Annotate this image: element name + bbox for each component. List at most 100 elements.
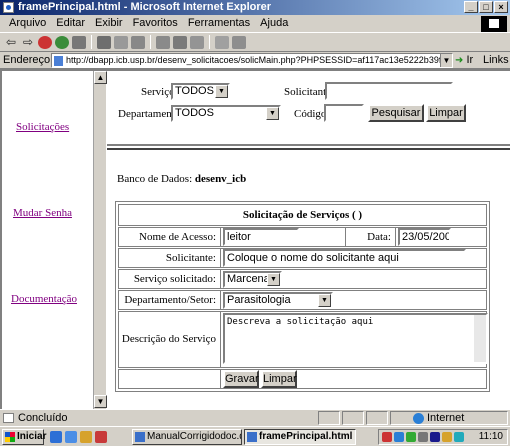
- messenger-icon[interactable]: [232, 35, 246, 49]
- departamento-value: Parasitologia: [227, 294, 291, 306]
- outlook-quicklaunch-icon[interactable]: [65, 431, 77, 443]
- address-input[interactable]: http://dbapp.icb.usp.br/desenv_solicitac…: [51, 53, 453, 68]
- menu-bar: Arquivo Editar Exibir Favoritos Ferramen…: [0, 15, 510, 32]
- refresh-icon[interactable]: [55, 35, 69, 49]
- status-text: Concluído: [18, 412, 68, 424]
- nome-label: Nome de Acesso:: [119, 228, 221, 246]
- nome-data-row: Nome de Acesso: leitor Data: 23/05/2003: [118, 227, 487, 247]
- codigo-filter-input[interactable]: [324, 104, 364, 122]
- maximize-button[interactable]: □: [479, 1, 493, 13]
- menu-editar[interactable]: Editar: [51, 15, 90, 32]
- chevron-down-icon: ▼: [215, 85, 228, 98]
- request-form-frame: Banco de Dados: desenv_icb Solicitação d…: [107, 148, 510, 409]
- chevron-down-icon[interactable]: ▼: [440, 54, 452, 67]
- toolbar-separator: [150, 35, 151, 49]
- nav-link-mudar-senha[interactable]: Mudar Senha: [13, 207, 72, 219]
- stop-icon[interactable]: [38, 35, 52, 49]
- tray-icon[interactable]: [382, 432, 392, 442]
- menu-exibir[interactable]: Exibir: [90, 15, 128, 32]
- menu-favoritos[interactable]: Favoritos: [128, 15, 183, 32]
- nav-link-documentacao[interactable]: Documentação: [11, 293, 77, 305]
- print-icon[interactable]: [173, 35, 187, 49]
- status-panel: [342, 411, 364, 425]
- form-title-row: Solicitação de Serviços ( ): [118, 204, 487, 226]
- departamento-filter-select[interactable]: TODOS ▼: [171, 105, 281, 122]
- left-frame-scrollbar[interactable]: ▲ ▼: [93, 71, 107, 409]
- save-button[interactable]: Gravar: [223, 370, 259, 388]
- status-bar: Concluído Internet: [0, 409, 510, 426]
- chevron-down-icon: ▼: [318, 294, 331, 307]
- data-input[interactable]: 23/05/2003: [398, 228, 451, 246]
- start-button[interactable]: Iniciar: [2, 429, 46, 445]
- taskbar-item-word[interactable]: ManualCorrigidodoc.doc - ...: [132, 429, 242, 445]
- app-quicklaunch-icon[interactable]: [95, 431, 107, 443]
- window-title: framePrincipal.html - Microsoft Internet…: [18, 1, 272, 13]
- tray-icon[interactable]: [418, 432, 428, 442]
- forward-icon[interactable]: ⇨: [21, 35, 35, 49]
- descricao-value: Descreva a solicitação aqui: [227, 317, 374, 327]
- departamento-filter-value: TODOS: [175, 107, 214, 119]
- departamento-select[interactable]: Parasitologia ▼: [223, 292, 333, 309]
- taskbar-item-ie[interactable]: framePrincipal.html - ...: [244, 429, 356, 445]
- database-label-text: Banco de Dados:: [117, 173, 193, 185]
- status-panel: [366, 411, 388, 425]
- taskbar: Iniciar ManualCorrigidodoc.doc - ... fra…: [0, 426, 510, 446]
- clock: 11:10: [478, 431, 503, 442]
- tray-icon[interactable]: [442, 432, 452, 442]
- search-button[interactable]: Pesquisar: [368, 104, 424, 122]
- ie-icon: [247, 432, 257, 442]
- servico-select[interactable]: Marcenaria ▼: [223, 271, 282, 288]
- tray-icon[interactable]: [454, 432, 464, 442]
- tray-icon[interactable]: [430, 432, 440, 442]
- nav-link-solicitacoes[interactable]: Solicitações: [16, 121, 69, 133]
- word-icon: [135, 432, 145, 442]
- tray-icon[interactable]: [406, 432, 416, 442]
- solicitante-filter-input[interactable]: [325, 82, 453, 100]
- title-bar: framePrincipal.html - Microsoft Internet…: [0, 0, 510, 15]
- taskbar-item-label: framePrincipal.html - ...: [259, 431, 355, 442]
- solicitante-label: Solicitante:: [119, 249, 221, 267]
- close-button[interactable]: ×: [494, 1, 508, 13]
- scroll-up-button[interactable]: ▲: [94, 71, 107, 84]
- edit-icon[interactable]: [190, 35, 204, 49]
- servico-label: Serviço solicitado:: [119, 270, 221, 288]
- address-url: http://dbapp.icb.usp.br/desenv_solicitac…: [66, 55, 452, 65]
- descricao-textarea[interactable]: Descreva a solicitação aqui: [223, 313, 488, 364]
- solicitante-row: Solicitante: Coloque o nome do solicitan…: [118, 248, 487, 268]
- minimize-button[interactable]: _: [464, 1, 478, 13]
- chevron-down-icon: ▼: [266, 107, 279, 120]
- ie-quicklaunch-icon[interactable]: [50, 431, 62, 443]
- servico-filter-select[interactable]: TODOS ▼: [171, 83, 230, 100]
- go-button[interactable]: ➜ Ir: [455, 52, 479, 69]
- zone-text: Internet: [427, 412, 465, 424]
- discuss-icon[interactable]: [215, 35, 229, 49]
- tray-icon[interactable]: [394, 432, 404, 442]
- data-label: Data:: [345, 228, 396, 246]
- windows-logo-icon: [5, 432, 15, 442]
- nome-input[interactable]: leitor: [223, 228, 299, 246]
- database-label: Banco de Dados: desenv_icb: [117, 173, 246, 185]
- scroll-down-button[interactable]: ▼: [94, 395, 107, 408]
- menu-ajuda[interactable]: Ajuda: [255, 15, 293, 32]
- back-icon[interactable]: ⇦: [4, 35, 18, 49]
- search-icon[interactable]: [97, 35, 111, 49]
- toolbar: ⇦ ⇨: [0, 32, 510, 52]
- chevron-down-icon: ▼: [267, 273, 280, 286]
- history-icon[interactable]: [131, 35, 145, 49]
- clear-form-button[interactable]: Limpar: [261, 370, 297, 388]
- request-form-table: Solicitação de Serviços ( ) Nome de Aces…: [115, 201, 490, 392]
- links-button[interactable]: Links: [483, 52, 509, 69]
- mail-icon[interactable]: [156, 35, 170, 49]
- empty-cell: [119, 370, 221, 388]
- solicitante-input[interactable]: Coloque o nome do solicitante aqui: [223, 249, 466, 267]
- departamento-row: Departamento/Setor: Parasitologia ▼: [118, 290, 487, 310]
- favorites-icon[interactable]: [114, 35, 128, 49]
- textarea-scrollbar[interactable]: [474, 315, 486, 362]
- clear-filter-button[interactable]: Limpar: [426, 104, 466, 122]
- folder-quicklaunch-icon[interactable]: [80, 431, 92, 443]
- menu-ferramentas[interactable]: Ferramentas: [183, 15, 255, 32]
- address-label: Endereço: [3, 54, 51, 66]
- menu-arquivo[interactable]: Arquivo: [4, 15, 51, 32]
- window-controls: _ □ ×: [464, 1, 508, 13]
- home-icon[interactable]: [72, 35, 86, 49]
